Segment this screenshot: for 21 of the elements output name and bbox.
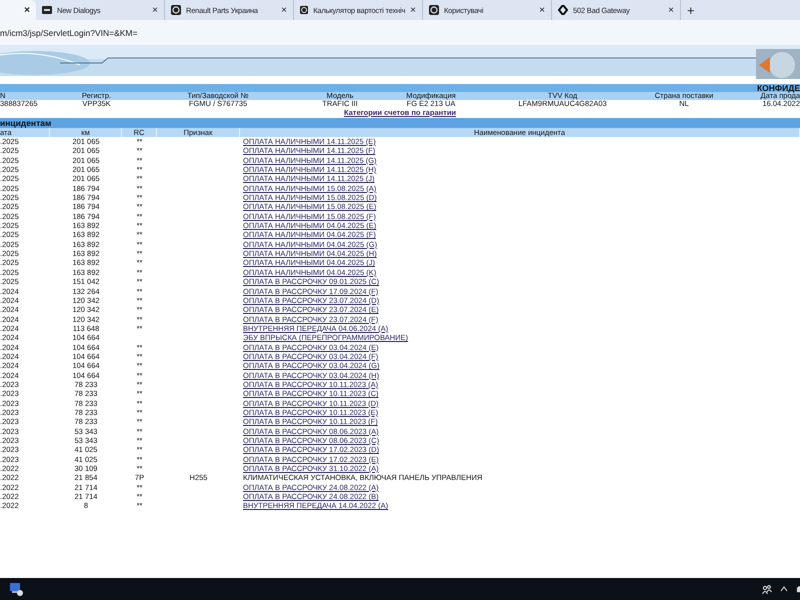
close-button[interactable]: × <box>668 4 674 16</box>
close-button[interactable]: × <box>281 4 287 16</box>
chevron-up-icon[interactable] <box>780 586 788 592</box>
close-button[interactable]: × <box>24 4 30 16</box>
section-title: инцидентам <box>0 118 52 128</box>
logo-drawing <box>756 49 800 79</box>
network-computer-icon[interactable] <box>9 582 23 596</box>
site-icon <box>429 5 439 15</box>
cloud-icon[interactable] <box>796 585 800 593</box>
close-button[interactable]: × <box>152 4 158 16</box>
site-icon <box>300 5 308 15</box>
new-tab-button[interactable]: + <box>681 0 701 20</box>
close-button[interactable]: × <box>410 4 416 16</box>
address-field[interactable]: m/icm3/jsp/ServletLogin?VIN=&KM= <box>0 28 138 38</box>
close-button[interactable]: × <box>539 4 545 16</box>
site-icon <box>171 5 181 15</box>
browser-tab[interactable]: × <box>0 0 36 20</box>
people-icon[interactable] <box>762 584 772 594</box>
diamond-icon <box>558 5 568 15</box>
site-icon <box>42 5 52 15</box>
section-title: КОНФИДЕ <box>756 83 800 93</box>
